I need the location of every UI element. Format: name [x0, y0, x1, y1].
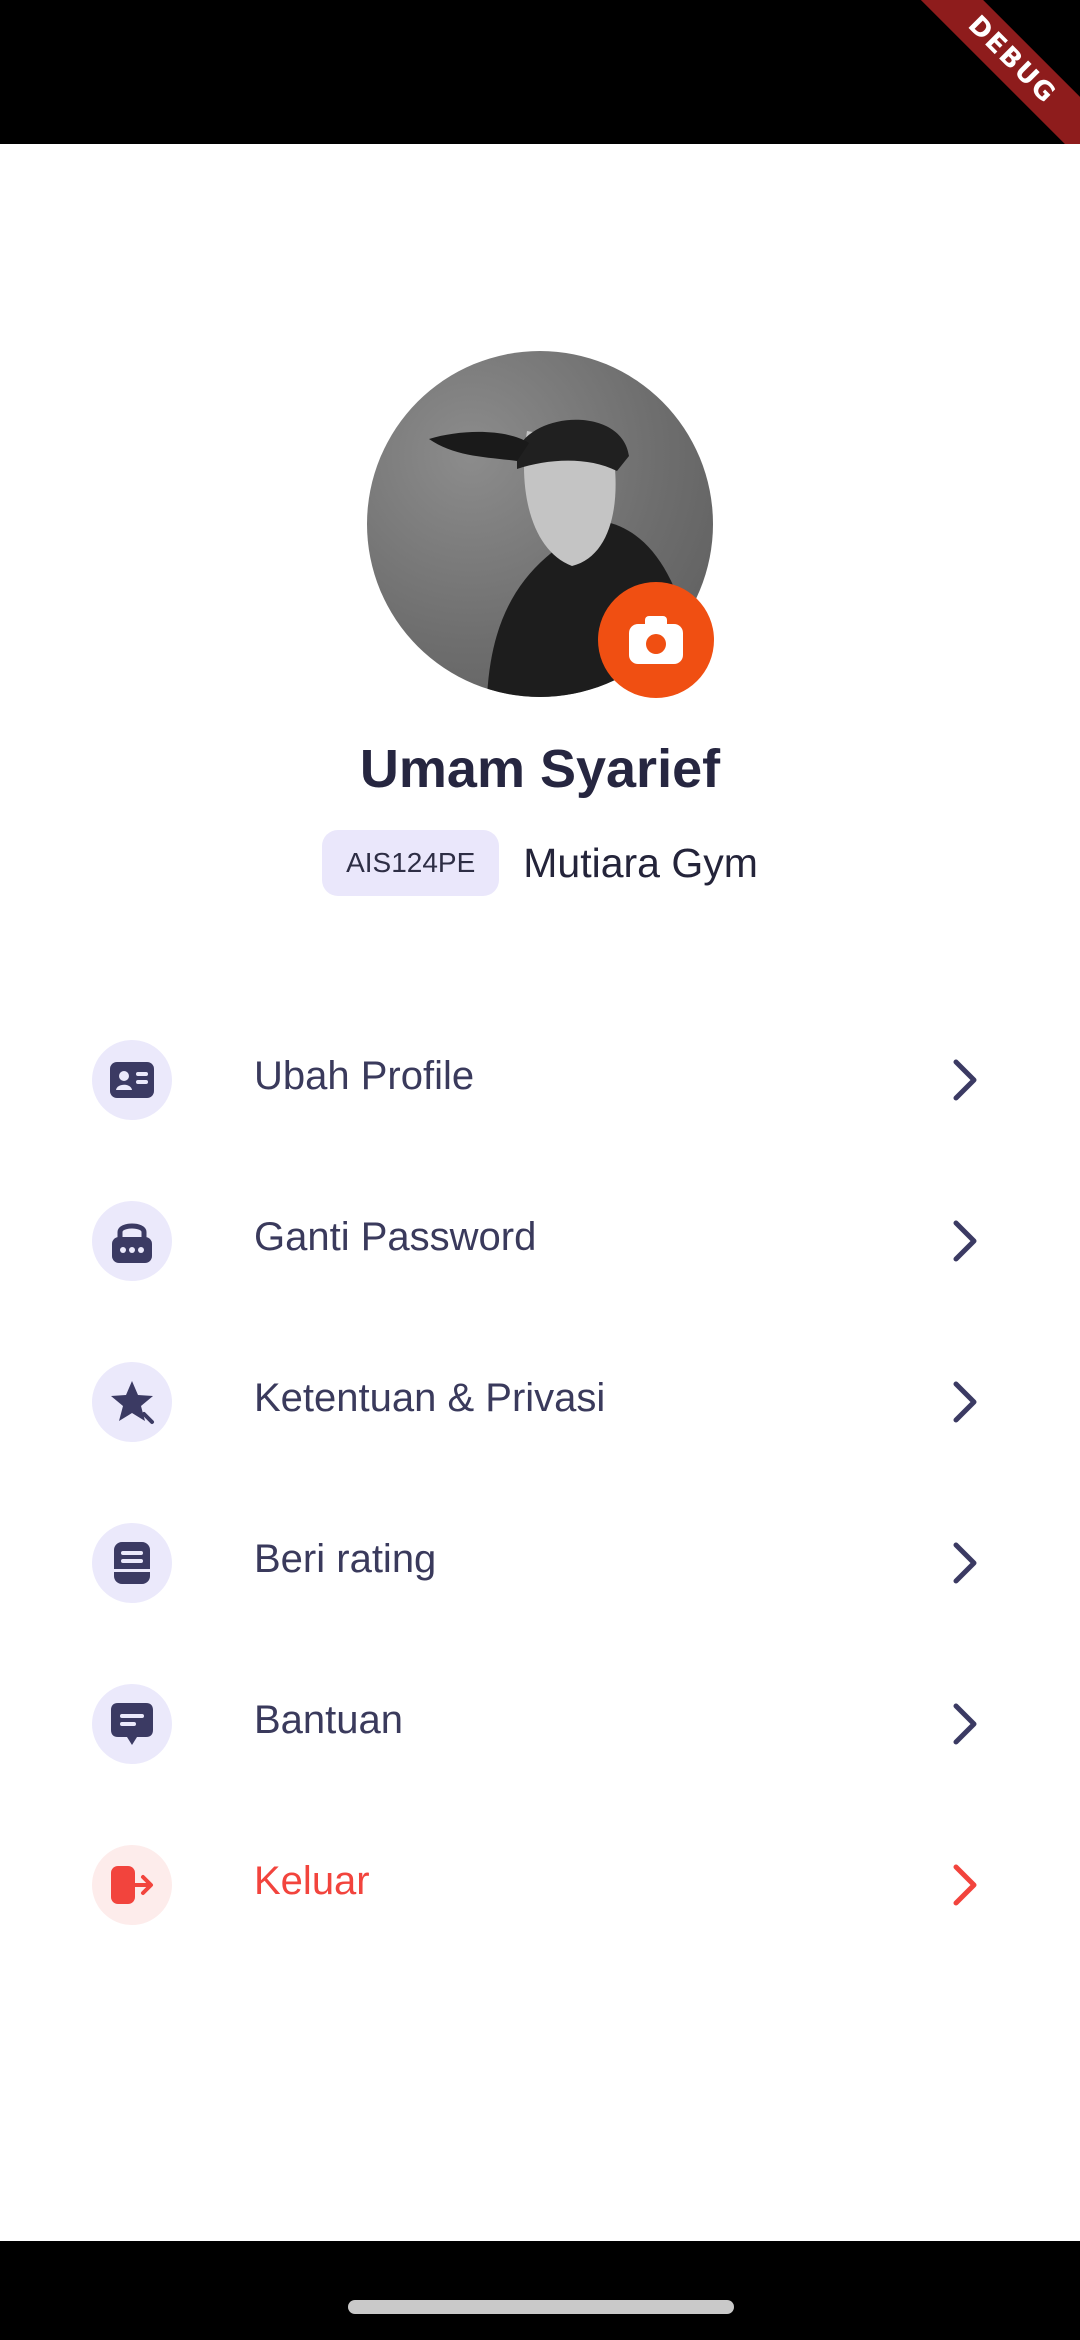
- menu-item-beri-rating[interactable]: Beri rating: [0, 1483, 1080, 1644]
- profile-avatar-container: [367, 351, 714, 698]
- menu-label: Beri rating: [254, 1537, 437, 1581]
- member-id-badge: AIS124PE: [322, 830, 500, 896]
- chevron-right-icon: [953, 1703, 977, 1745]
- navigation-bar: [0, 2241, 1080, 2340]
- debug-banner: DEBUG: [904, 0, 1080, 144]
- lock-icon: [92, 1201, 172, 1281]
- logout-icon: [92, 1845, 172, 1925]
- menu-label: Ketentuan & Privasi: [254, 1376, 606, 1420]
- chevron-right-icon: [953, 1381, 977, 1423]
- chevron-right-icon: [953, 1542, 977, 1584]
- menu-item-keluar[interactable]: Keluar: [0, 1805, 1080, 1966]
- profile-meta: AIS124PE Mutiara Gym: [0, 830, 1080, 896]
- chat-bubble-icon: [92, 1684, 172, 1764]
- gym-name: Mutiara Gym: [523, 839, 758, 886]
- status-bar: DEBUG: [0, 0, 1080, 144]
- menu-label: Ganti Password: [254, 1215, 537, 1259]
- camera-icon: [629, 616, 683, 664]
- chevron-right-icon: [953, 1864, 977, 1906]
- home-indicator[interactable]: [348, 2300, 734, 2314]
- menu-label: Ubah Profile: [254, 1054, 475, 1098]
- menu-item-ketentuan-privasi[interactable]: Ketentuan & Privasi: [0, 1322, 1080, 1483]
- menu-item-bantuan[interactable]: Bantuan: [0, 1644, 1080, 1805]
- id-card-icon: [92, 1040, 172, 1120]
- menu-item-ubah-profile[interactable]: Ubah Profile: [0, 1000, 1080, 1161]
- profile-menu: Ubah Profile Ganti Password Ketentuan & …: [0, 1000, 1080, 1966]
- chevron-right-icon: [953, 1059, 977, 1101]
- menu-label: Keluar: [254, 1859, 370, 1903]
- star-icon: [92, 1362, 172, 1442]
- menu-label: Bantuan: [254, 1698, 404, 1742]
- document-icon: [92, 1523, 172, 1603]
- profile-name: Umam Syarief: [359, 739, 721, 799]
- menu-item-ganti-password[interactable]: Ganti Password: [0, 1161, 1080, 1322]
- change-photo-button[interactable]: [598, 582, 714, 698]
- chevron-right-icon: [953, 1220, 977, 1262]
